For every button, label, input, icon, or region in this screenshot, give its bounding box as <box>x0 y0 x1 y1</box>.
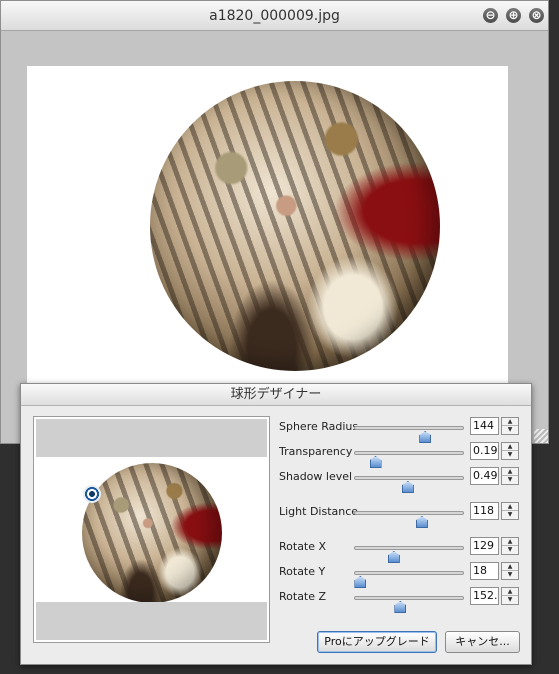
sphere-preview[interactable] <box>33 416 270 643</box>
minimize-icon[interactable]: ⊖ <box>483 8 498 23</box>
light-distance-spinner[interactable]: ▲ ▼ <box>501 502 519 520</box>
rotate-x-spinner[interactable]: ▲ ▼ <box>501 537 519 555</box>
spin-down-icon[interactable]: ▼ <box>502 451 518 459</box>
rotate-y-thumb[interactable] <box>354 576 367 588</box>
window-title: a1820_000009.jpg <box>209 8 340 24</box>
shadow-level-input[interactable]: 0.49 <box>470 467 499 485</box>
rotate-y-spinner[interactable]: ▲ ▼ <box>501 562 519 580</box>
transparency-spinner[interactable]: ▲ ▼ <box>501 442 519 460</box>
shadow-level-slider[interactable] <box>354 476 464 493</box>
light-distance-thumb[interactable] <box>415 516 428 528</box>
sphere-image <box>150 81 440 371</box>
shadow-level-spinner[interactable]: ▲ ▼ <box>501 467 519 485</box>
rotate-x-thumb[interactable] <box>387 551 400 563</box>
maximize-icon[interactable]: ⊕ <box>506 8 521 23</box>
light-distance-input[interactable]: 118 <box>470 502 499 520</box>
spin-up-icon[interactable]: ▲ <box>502 503 518 511</box>
preview-band-top <box>36 419 267 457</box>
rotate-y-slider[interactable] <box>354 571 464 588</box>
spin-up-icon[interactable]: ▲ <box>502 468 518 476</box>
transparency-slider[interactable] <box>354 451 464 468</box>
resize-grip-icon[interactable] <box>534 429 548 443</box>
transparency-input[interactable]: 0.19 <box>470 442 499 460</box>
shadow-level-label: Shadow level <box>279 470 353 483</box>
spin-up-icon[interactable]: ▲ <box>502 443 518 451</box>
rotate-y-label: Rotate Y <box>279 565 326 578</box>
spin-down-icon[interactable]: ▼ <box>502 511 518 519</box>
rotate-z-slider[interactable] <box>354 596 464 613</box>
image-canvas <box>27 66 508 436</box>
sphere-radius-label: Sphere Radius <box>279 420 359 433</box>
sphere-radius-slider[interactable] <box>354 426 464 443</box>
transparency-thumb[interactable] <box>369 456 382 468</box>
rotate-z-thumb[interactable] <box>394 601 407 613</box>
light-source-handle-icon[interactable] <box>83 485 101 503</box>
rotate-z-spinner[interactable]: ▲ ▼ <box>501 587 519 605</box>
shadow-level-thumb[interactable] <box>401 481 414 493</box>
spin-up-icon[interactable]: ▲ <box>502 563 518 571</box>
sphere-radius-thumb[interactable] <box>419 431 432 443</box>
image-window: a1820_000009.jpg ⊖ ⊕ ⊗ <box>0 0 549 444</box>
cancel-button[interactable]: キャンセ... <box>445 631 520 653</box>
close-icon[interactable]: ⊗ <box>529 8 544 23</box>
sphere-radius-spinner[interactable]: ▲ ▼ <box>501 417 519 435</box>
spin-up-icon[interactable]: ▲ <box>502 538 518 546</box>
preview-band-bottom <box>36 602 267 640</box>
light-distance-slider[interactable] <box>354 511 464 528</box>
spin-down-icon[interactable]: ▼ <box>502 476 518 484</box>
rotate-x-slider[interactable] <box>354 546 464 563</box>
spin-down-icon[interactable]: ▼ <box>502 426 518 434</box>
sphere-radius-input[interactable]: 144 <box>470 417 499 435</box>
dialog-title: 球形デザイナー <box>21 384 531 406</box>
upgrade-to-pro-button[interactable]: Proにアップグレード <box>317 631 437 653</box>
transparency-label: Transparency <box>279 445 353 458</box>
rotate-x-input[interactable]: 129 <box>470 537 499 555</box>
window-titlebar[interactable]: a1820_000009.jpg ⊖ ⊕ ⊗ <box>1 1 548 31</box>
rotate-y-input[interactable]: 18 <box>470 562 499 580</box>
spin-down-icon[interactable]: ▼ <box>502 596 518 604</box>
spin-down-icon[interactable]: ▼ <box>502 546 518 554</box>
light-distance-label: Light Distance <box>279 505 359 518</box>
preview-sphere-image <box>82 463 222 603</box>
spin-up-icon[interactable]: ▲ <box>502 588 518 596</box>
rotate-x-label: Rotate X <box>279 540 327 553</box>
sphere-designer-dialog: 球形デザイナー Sphere Radius 144 ▲ ▼ Transparenc… <box>20 383 532 665</box>
rotate-z-label: Rotate Z <box>279 590 327 603</box>
spin-down-icon[interactable]: ▼ <box>502 571 518 579</box>
spin-up-icon[interactable]: ▲ <box>502 418 518 426</box>
rotate-z-input[interactable]: 152.1 <box>470 587 499 605</box>
